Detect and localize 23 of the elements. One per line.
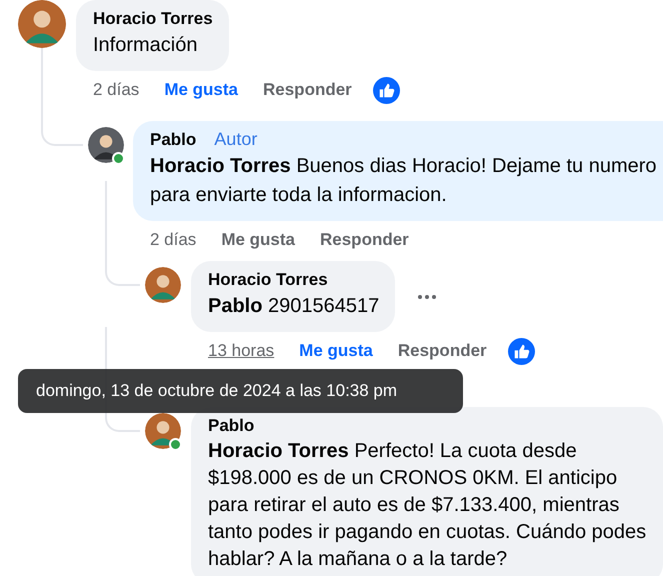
timestamp-link[interactable]: 2 días xyxy=(150,230,196,250)
reply-link[interactable]: Responder xyxy=(263,80,352,100)
author-role-label: Autor xyxy=(214,129,258,150)
thumbs-up-icon[interactable] xyxy=(372,76,400,104)
comment-text: Horacio Torres Perfecto! La cuota desde $198.000 es de un CRONOS 0KM. El anticipo para retirar el auto es de $7.133.400, mientras tanto podes ir pagando en cuotas. Cuándo podes hablar? A la mañana o a la tarde? xyxy=(208,439,647,572)
author-name[interactable]: Pablo xyxy=(150,128,196,152)
comment-text: Horacio Torres Buenos dias Horacio! Dejame tu numero para enviarte toda la informacion. xyxy=(150,154,658,208)
author-name[interactable]: Pablo xyxy=(208,414,254,438)
comment-text: Pablo 2901564517 xyxy=(208,294,380,319)
comment-text: Información xyxy=(93,33,198,58)
date-tooltip: domingo, 13 de octubre de 2024 a las 10:38 pm xyxy=(18,369,463,413)
like-link[interactable]: Me gusta xyxy=(221,230,295,250)
author-name[interactable]: Horacio Torres xyxy=(208,268,328,292)
timestamp-link[interactable]: 2 días xyxy=(93,80,140,100)
timestamp-link[interactable]: 13 horas xyxy=(208,341,274,361)
like-link[interactable]: Me gusta xyxy=(164,80,238,100)
more-icon[interactable] xyxy=(417,294,438,300)
author-name[interactable]: Horacio Torres xyxy=(93,7,213,31)
like-link[interactable]: Me gusta xyxy=(299,341,373,361)
reply-link[interactable]: Responder xyxy=(320,230,409,250)
avatar[interactable] xyxy=(88,127,124,163)
thumbs-up-icon[interactable] xyxy=(508,338,535,364)
reply-link[interactable]: Responder xyxy=(398,341,487,361)
